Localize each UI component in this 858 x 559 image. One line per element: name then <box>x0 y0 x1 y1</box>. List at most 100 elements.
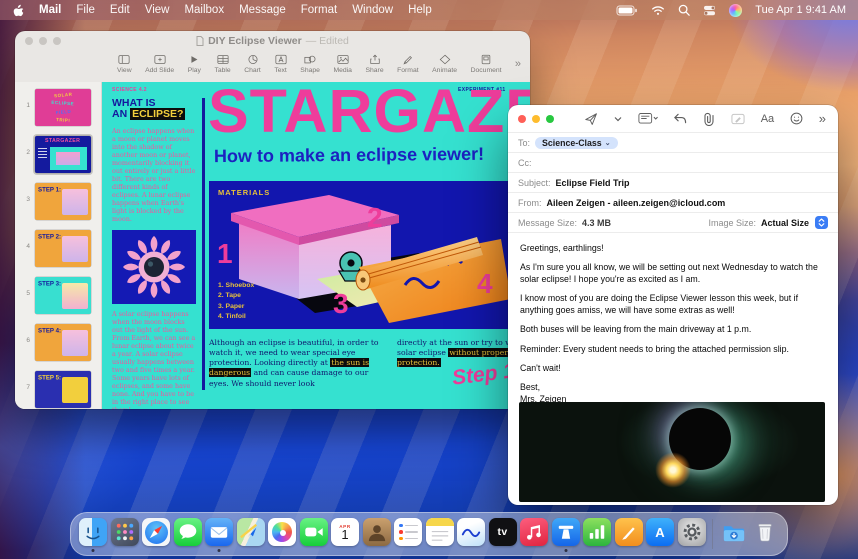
appstore-glyph: A <box>646 518 674 546</box>
close-button[interactable] <box>25 37 33 45</box>
dock-freeform[interactable] <box>456 517 486 551</box>
dock-contacts[interactable] <box>362 517 392 551</box>
menu-message[interactable]: Message <box>239 4 286 16</box>
toolbar-table-button[interactable]: Table <box>214 54 230 74</box>
toolbar-animate-button[interactable]: Animate <box>432 54 457 74</box>
toolbar-view-button[interactable]: View <box>117 54 132 74</box>
slide-thumbnail-6[interactable]: 6STEP 4: <box>15 322 101 363</box>
search-icon[interactable] <box>678 4 690 16</box>
dock-keynote[interactable] <box>551 517 581 551</box>
menu-format[interactable]: Format <box>301 4 337 16</box>
mail-toolbar[interactable]: Aa » <box>508 105 838 133</box>
image-size-dropdown[interactable] <box>815 216 828 229</box>
menu-mailbox[interactable]: Mailbox <box>184 4 224 16</box>
dock-maps[interactable] <box>236 517 266 551</box>
recipient-token[interactable]: Science-Class⌄ <box>535 137 618 149</box>
toolbar-media-button[interactable]: Media <box>333 54 352 74</box>
keynote-window: DIY Eclipse Viewer — Edited View Add Sli… <box>15 31 530 409</box>
slide-thumbnail-3[interactable]: 3STEP 1: <box>15 181 101 222</box>
dock-tv[interactable]: tv <box>488 517 518 551</box>
dock-downloads[interactable] <box>719 517 749 551</box>
menu-bar: Mail File Edit View Mailbox Message Format Win… <box>0 0 858 20</box>
control-center-icon[interactable] <box>703 5 716 16</box>
menu-view[interactable]: View <box>145 4 170 16</box>
siri-icon[interactable] <box>729 4 742 17</box>
menu-window[interactable]: Window <box>352 4 393 16</box>
materials-label: MATERIALS <box>218 188 270 197</box>
toolbar-overflow-icon[interactable]: » <box>819 111 826 126</box>
toolbar-chart-button[interactable]: Chart <box>244 54 261 74</box>
reply-icon[interactable] <box>673 112 687 125</box>
mail-compose-window: Aa » To: Science-Class⌄ Cc: Subject: Ecl… <box>508 105 838 505</box>
view-icon <box>118 54 130 65</box>
from-value: Aileen Zeigen - aileen.zeigen@icloud.com <box>547 198 726 208</box>
subject-field[interactable]: Subject: Eclipse Field Trip <box>508 173 838 193</box>
dock-settings[interactable] <box>677 517 707 551</box>
toolbar-format-button[interactable]: Format <box>397 54 419 74</box>
menu-file[interactable]: File <box>76 4 95 16</box>
dock-pages[interactable] <box>614 517 644 551</box>
header-fields-icon[interactable] <box>638 112 658 125</box>
document-icon <box>480 54 492 65</box>
dock-reminders[interactable] <box>393 517 423 551</box>
running-indicator <box>92 549 95 552</box>
toolbar-add-slide-button[interactable]: Add Slide <box>145 54 174 74</box>
minimize-button[interactable] <box>532 115 540 123</box>
send-icon[interactable] <box>584 112 598 126</box>
slide-thumbnail-5[interactable]: 5STEP 3: <box>15 275 101 316</box>
body-paragraph: Reminder: Every student needs to bring t… <box>520 344 826 355</box>
toolbar-share-button[interactable]: Share <box>365 54 383 74</box>
dock-appstore[interactable]: A <box>645 517 675 551</box>
toolbar-play-button[interactable]: Play <box>188 54 201 74</box>
format-text-icon[interactable]: Aa <box>761 113 774 125</box>
shape-icon <box>304 54 316 65</box>
dock-numbers[interactable] <box>582 517 612 551</box>
dock-facetime[interactable] <box>299 517 329 551</box>
menu-bar-clock[interactable]: Tue Apr 1 9:41 AM <box>755 4 846 16</box>
attach-icon[interactable] <box>703 112 715 126</box>
zoom-button[interactable] <box>546 115 554 123</box>
toolbar-overflow-icon[interactable]: » <box>515 58 521 70</box>
dock-launchpad[interactable] <box>110 517 140 551</box>
toolbar-document-button[interactable]: Document <box>471 54 502 74</box>
keynote-titlebar[interactable]: DIY Eclipse Viewer — Edited <box>15 31 530 51</box>
dock-calendar[interactable]: APR1 <box>330 517 360 551</box>
tv-label: tv <box>489 518 517 546</box>
zoom-button[interactable] <box>53 37 61 45</box>
dock: APR1 tv A <box>70 512 788 556</box>
dock-finder[interactable] <box>78 517 108 551</box>
toolbar-text-button[interactable]: Text <box>274 54 286 74</box>
slide-thumbnail-4[interactable]: 4STEP 2: <box>15 228 101 269</box>
minimize-button[interactable] <box>39 37 47 45</box>
emoji-icon[interactable] <box>790 112 803 125</box>
menu-app-name[interactable]: Mail <box>39 4 61 16</box>
dock-mail[interactable] <box>204 517 234 551</box>
subject-value: Eclipse Field Trip <box>556 178 630 188</box>
dock-messages[interactable] <box>173 517 203 551</box>
from-field[interactable]: From: Aileen Zeigen - aileen.zeigen@iclo… <box>508 193 838 213</box>
to-field[interactable]: To: Science-Class⌄ <box>508 133 838 153</box>
dock-music[interactable] <box>519 517 549 551</box>
appstore-icon: A <box>646 518 674 546</box>
apple-menu-icon[interactable] <box>12 4 24 17</box>
dock-photos[interactable] <box>267 517 297 551</box>
slide-canvas[interactable]: SCIENCE 4.2 EXPERIMENT #11 WHAT IS AN EC… <box>102 82 530 409</box>
dock-trash[interactable] <box>750 517 780 551</box>
dock-safari[interactable] <box>141 517 171 551</box>
cc-field[interactable]: Cc: <box>508 153 838 173</box>
markup-icon[interactable] <box>731 113 745 125</box>
dock-notes[interactable] <box>425 517 455 551</box>
slide-number: 7 <box>15 369 33 391</box>
message-body-editor[interactable]: Greetings, earthlings!As I'm sure you al… <box>508 233 838 405</box>
slide-thumbnail-2[interactable]: 2STARGAZER <box>15 134 101 175</box>
wifi-icon[interactable] <box>651 5 665 16</box>
slide-thumbnail-1[interactable]: 1SOLARECLIPSEFIELDTRIP! <box>15 87 101 128</box>
battery-icon[interactable] <box>616 5 638 16</box>
slide-thumbnail-7[interactable]: 7STEP 5: <box>15 369 101 409</box>
eclipse-photo-attachment[interactable] <box>519 402 825 502</box>
close-button[interactable] <box>518 115 526 123</box>
toolbar-shape-button[interactable]: Shape <box>300 54 320 74</box>
menu-help[interactable]: Help <box>408 4 432 16</box>
menu-edit[interactable]: Edit <box>110 4 130 16</box>
send-options-chevron-icon[interactable] <box>614 116 622 122</box>
